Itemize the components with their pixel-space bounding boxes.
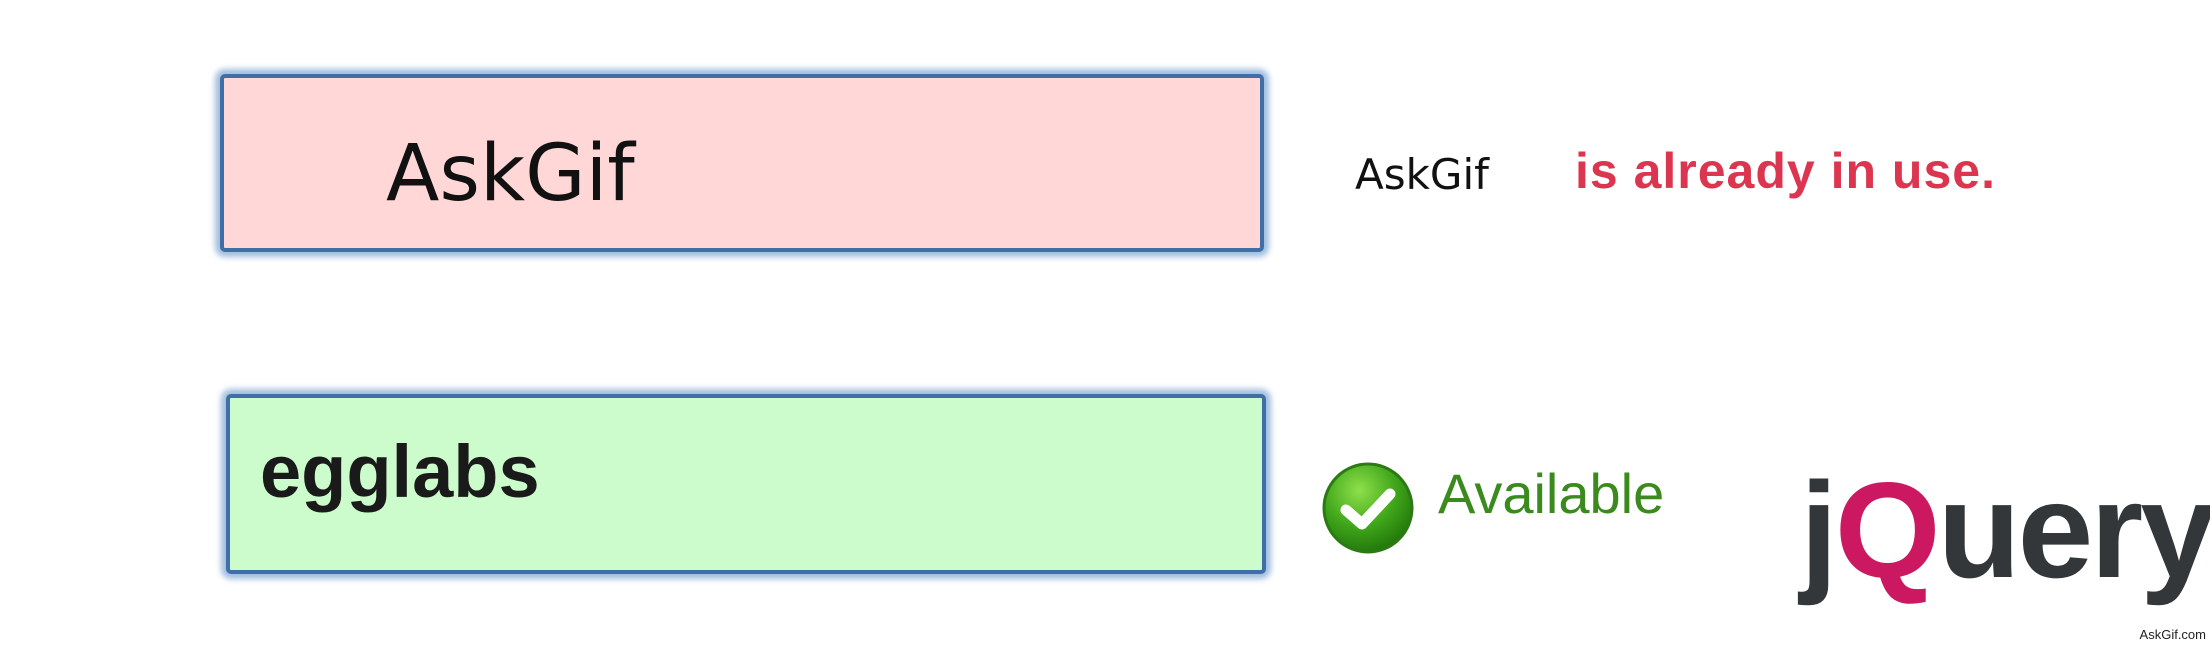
jquery-logo-prefix: j [1800, 454, 1838, 606]
taken-error-message: is already in use. [1575, 143, 1996, 199]
jquery-logo-suffix: uery [1937, 454, 2210, 606]
username-input-taken[interactable] [220, 74, 1264, 252]
jquery-logo-accent: Q [1834, 454, 1941, 606]
username-input-available[interactable] [226, 394, 1266, 574]
taken-username-text: AskGif [1355, 150, 1489, 199]
watermark: AskGif.com [2139, 627, 2206, 642]
jquery-logo: jQuery [1800, 462, 2210, 598]
available-status-text: Available [1438, 462, 1665, 525]
check-circle-icon [1320, 460, 1416, 556]
